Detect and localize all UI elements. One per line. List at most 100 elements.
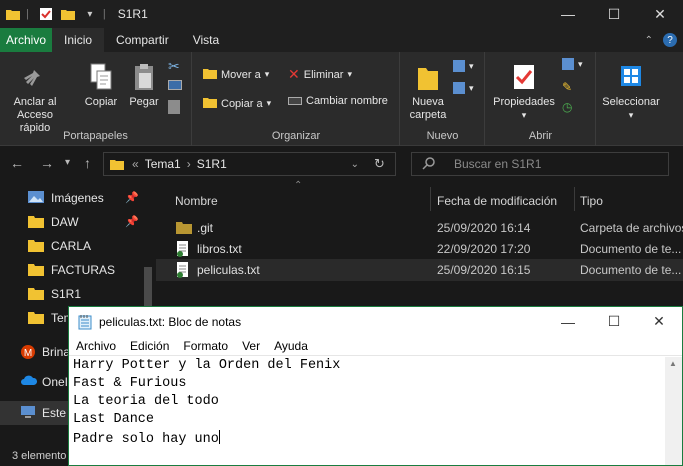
new-folder-icon [416,62,440,92]
file-type: Documento de te... [580,263,682,277]
nav-item-imagenes[interactable]: Imágenes 📌 [0,186,150,210]
menu-edicion[interactable]: Edición [123,339,176,353]
column-separator[interactable] [430,187,431,211]
text-line: Fast & Furious [73,376,187,391]
menu-archivo[interactable]: Archivo [69,339,123,353]
maximize-button[interactable]: ☐ [591,0,637,28]
item-count: 3 elemento [12,450,67,462]
tab-archivo[interactable]: Archivo [0,28,53,52]
rename-button[interactable]: Cambiar nombre [288,95,388,107]
nav-item-facturas[interactable]: FACTURAS [0,258,150,282]
open-button[interactable]: ▾ [562,58,583,70]
delete-button[interactable]: ✕ Eliminar ▾ [288,66,352,83]
notepad-close-button[interactable]: ✕ [636,307,682,336]
tab-vista[interactable]: Vista [181,28,231,52]
column-header-type[interactable]: Tipo [580,190,603,212]
properties-icon [512,62,536,92]
select-dropdown-icon: ▾ [628,110,634,120]
tab-inicio[interactable]: Inicio [52,28,105,52]
delete-dropdown-icon: ▾ [347,69,352,79]
back-arrow-icon[interactable]: ← [10,155,24,171]
file-date: 22/09/2020 17:20 [437,242,531,256]
copy-to-label: Copiar a [221,97,263,110]
search-input[interactable]: Buscar en S1R1 [454,157,541,171]
tab-compartir[interactable]: Compartir [104,28,181,52]
file-row-git[interactable]: .git 25/09/2020 16:14 Carpeta de archivo… [156,217,683,239]
breadcrumb-s1r1[interactable]: S1R1 [197,157,227,171]
easy-access-button[interactable]: ▾ [453,82,474,94]
address-bar[interactable]: « Tema1 › S1R1 ⌄ [103,152,396,176]
notepad-maximize-button[interactable]: ☐ [591,307,637,336]
column-separator[interactable] [574,187,575,211]
new-folder-icon[interactable] [59,5,77,23]
easy-access-icon [453,82,465,94]
new-folder-button[interactable]: Nueva carpeta [405,62,451,122]
file-row-libros[interactable]: libros.txt 22/09/2020 17:20 Documento de… [156,238,683,260]
copy-button[interactable]: Copiar [80,62,122,109]
forward-arrow-icon[interactable]: → [40,155,54,171]
customize-quick-access-icon[interactable]: ▾ [81,5,99,23]
notepad-scrollbar[interactable]: ▲ [665,357,682,465]
select-button[interactable]: Seleccionar ▾ [600,62,662,122]
edit-icon: ✎ [562,80,573,94]
file-row-peliculas[interactable]: peliculas.txt 25/09/2020 16:15 Documento… [156,259,683,281]
nav-item-s1r1[interactable]: S1R1 [0,282,150,306]
quick-access-separator: | [26,8,29,20]
column-header-date[interactable]: Fecha de modificación [437,190,557,212]
file-name: libros.txt [197,242,242,256]
notepad-title-bar[interactable]: peliculas.txt: Bloc de notas — ☐ ✕ [69,307,682,336]
scroll-up-icon[interactable]: ▲ [669,359,677,368]
breadcrumb-overflow[interactable]: « [132,157,139,171]
refresh-icon[interactable]: ↻ [374,156,385,172]
paste-button[interactable]: Pegar [124,62,164,109]
file-type: Documento de te... [580,242,682,256]
svg-text:M: M [24,348,32,359]
properties-icon[interactable] [37,5,55,23]
up-arrow-icon[interactable]: ↑ [84,155,91,171]
collapse-ribbon-icon[interactable]: ⌃ [645,35,653,46]
nav-item-este-equipo[interactable]: Este [0,401,70,425]
address-dropdown-icon[interactable]: ⌄ [351,159,359,170]
minimize-button[interactable]: — [545,0,591,28]
close-button[interactable]: ✕ [637,0,683,28]
nav-item-carla[interactable]: CARLA [0,234,150,258]
pin-quick-access-button[interactable]: Anclar al Acceso rápido [4,62,66,135]
group-organizar: Mover a ▾ Copiar a ▾ ✕ Eliminar ▾ Cambia… [193,52,400,146]
new-item-dropdown-icon: ▾ [469,60,474,71]
new-folder-label-2: carpeta [409,109,447,121]
menu-ayuda[interactable]: Ayuda [267,339,315,353]
copy-to-icon [203,95,217,112]
folder-icon [110,157,124,171]
breadcrumb-separator-icon: › [186,157,191,171]
history-icon: ◷ [562,100,573,114]
rename-label: Cambiar nombre [306,95,388,107]
paste-shortcut-button[interactable] [168,100,180,114]
nav-item-daw[interactable]: DAW 📌 [0,210,150,234]
office-icon: M [20,344,36,363]
recent-locations-icon[interactable]: ▾ [65,157,70,168]
edit-button[interactable]: ✎ [562,80,572,94]
paste-label: Pegar [129,96,159,108]
pin-icon: 📌 [125,216,139,228]
sort-ascending-icon: ⌃ [294,180,303,191]
delete-label: Eliminar [303,68,344,81]
copy-to-button[interactable]: Copiar a ▾ [203,95,271,112]
history-button[interactable]: ◷ [562,100,572,114]
notepad-text-area[interactable]: Harry Potter y la Orden del Fenix Fast &… [69,357,664,465]
cut-button[interactable]: ✂ [168,58,180,75]
search-box[interactable]: Buscar en S1R1 [411,152,669,176]
help-icon[interactable]: ? [663,33,677,47]
group-label-nuevo: Nuevo [426,130,459,142]
breadcrumb-tema1[interactable]: Tema1 [145,157,181,171]
properties-button[interactable]: Propiedades ▾ [490,62,558,122]
copy-path-button[interactable] [168,80,182,90]
column-header-name[interactable]: Nombre [175,190,218,212]
menu-formato[interactable]: Formato [176,339,235,353]
new-item-button[interactable]: ▾ [453,60,474,72]
move-to-button[interactable]: Mover a ▾ [203,66,269,83]
menu-ver[interactable]: Ver [235,339,267,353]
ribbon-tabs: Archivo Inicio Compartir Vista ⌃ ? [0,28,683,52]
group-portapapeles: Anclar al Acceso rápido Copiar Pegar ✂ P… [0,52,192,146]
notepad-minimize-button[interactable]: — [545,307,591,336]
nav-item-label: Imágenes [51,191,104,205]
